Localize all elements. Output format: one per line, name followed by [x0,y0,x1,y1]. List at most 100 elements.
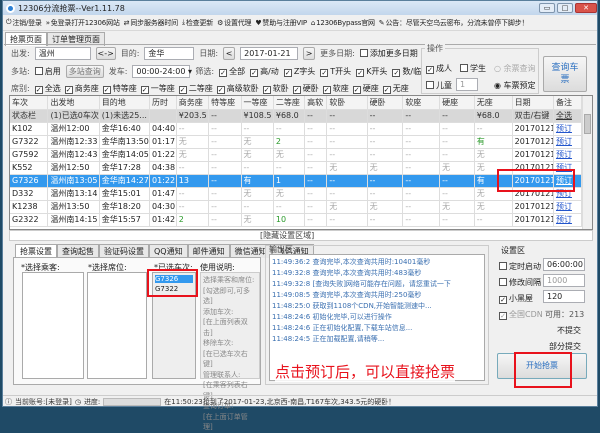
reserve-link[interactable]: 预订 [553,135,583,149]
seat-list[interactable] [87,272,147,379]
table-scrollbar[interactable] [582,96,592,229]
column-header[interactable]: 硬座 [439,96,475,110]
settings-tab[interactable]: QQ通知 [149,244,188,258]
timer-input[interactable]: 06:00:00 [543,258,585,271]
reserve-link[interactable]: 预订 [553,122,583,136]
settings-tab[interactable]: 验证码设置 [99,244,149,258]
table-row[interactable]: G2322 温州南14:15 金华15:57 01:42 2 -- 无 10 -- -- -- -- -… [10,213,583,227]
column-header[interactable]: 硬卧 [367,96,404,110]
toolbar-pin-button[interactable]: ✎ 公告：尽管天空乌云密布，分流未曾停下脚步！ [379,18,529,28]
column-header[interactable]: 商务座 [176,96,210,110]
table-row[interactable]: K552 温州12:50 金华17:28 04:38 -- -- -- -- -- 无无 -- 无无 2… [10,161,583,175]
column-header[interactable]: 无座 [474,96,513,110]
column-header[interactable]: 软座 [402,96,441,110]
date-input[interactable]: 2017-01-21 [240,47,299,60]
to-input[interactable]: 金华 [144,47,195,60]
passenger-list[interactable] [22,272,84,379]
maximize-button[interactable]: □ [557,3,573,13]
add-dates-checkbox[interactable]: 添加更多日期 [359,48,418,59]
cdn-checkbox[interactable]: ✓ 全国CDN [499,309,543,320]
toolbar-power-button[interactable]: ⏻ 注销/登录 [6,18,42,28]
reserve-radio[interactable]: ◉ 车票预定 [494,80,536,91]
from-input[interactable]: 温州 [34,47,91,60]
seat-type-checkbox[interactable]: ✓ 硬卧 [292,83,319,94]
child-count-stepper[interactable]: 1 [456,78,478,91]
settings-tab[interactable]: 邮件通知 [187,244,230,258]
column-header[interactable]: 二等座 [273,96,306,110]
blackroom-input[interactable]: 120 [543,290,585,303]
filter-checkbox[interactable]: ✓ K开头 [356,66,387,77]
seat-type-checkbox[interactable]: ✓ 无座 [382,83,409,94]
filter-checkbox[interactable]: ✓ Z字头 [283,66,315,77]
table-row[interactable]: K1238 温州13:50 金华18:20 04:30 -- -- -- -- -- 无无 -- 无无… [10,200,583,214]
toolbar-download-button[interactable]: ⤓ 检查更新 [182,18,213,28]
prev-date-button[interactable]: < [223,47,236,60]
adult-checkbox[interactable]: ✓ 成人 [426,63,452,74]
column-header[interactable]: 出发地 [47,96,100,110]
filter-checkbox[interactable]: ✓ 高/动 [250,66,279,77]
toolbar-heart-button[interactable]: ♥ 赞助与注册VIP [255,18,307,28]
partial-submit-option[interactable]: 部分提交 [549,341,581,352]
query-tickets-button[interactable]: 查询车票 [543,56,587,92]
minimize-button[interactable]: ▭ [539,3,555,13]
reserve-link[interactable]: 全选 [553,109,583,123]
no-submit-option[interactable]: 不提交 [557,325,581,336]
table-cell: -- [273,161,306,175]
filter-checkbox[interactable]: ✓ 全部 [219,66,245,77]
toolbar-gear-button[interactable]: ⚙ 设置代理 [217,18,251,28]
toolbar: ⏻ 注销/登录 » 免登录打开12306网站 ⇄ 同步服务器时间 ⤓ 检查更新 ⚙ 设置代理 ♥ 赞助… [3,15,597,31]
reserve-link[interactable]: 预订 [553,200,583,214]
swap-button[interactable]: <-> [95,47,116,60]
next-date-button[interactable]: > [303,47,316,60]
column-header[interactable]: 特等座 [208,96,242,110]
remain-query-radio[interactable]: ○ 余票查询 [494,63,536,74]
table-row[interactable]: D332 温州南13:14 金华15:01 01:47 -- -- 无无 -- -- -- -- --… [10,187,583,201]
seat-type-checkbox[interactable]: ✓ 软座 [322,83,349,94]
hide-settings-bar[interactable]: [隐藏设置区域] [9,230,593,241]
seat-type-checkbox[interactable]: ✓ 硬座 [352,83,379,94]
enable-multi-checkbox[interactable]: 启用 [34,66,61,77]
column-header[interactable]: 日期 [512,96,554,110]
blackroom-checkbox[interactable]: ✓ 小黑屋 [499,293,533,304]
column-header[interactable]: 备注 [553,96,583,110]
table-row[interactable]: K102 温州12:00 金华16:40 04:40 -- -- -- -- -- -- -- -- -… [10,122,583,136]
filter-checkbox[interactable]: ✓ 数/临 [392,66,421,77]
settings-tab[interactable]: 查询起售 [57,244,99,258]
scrollbar-thumb[interactable] [584,114,591,134]
table-cell: -- [304,200,328,214]
interval-input[interactable]: 1000 [543,274,585,287]
table-cell: 金华18:20 [99,200,151,214]
seat-type-checkbox[interactable]: ✓ 全选 [34,83,61,94]
settings-tab[interactable]: 抢票设置 [15,244,57,258]
toolbar-double-chevron-button[interactable]: » 免登录打开12306网站 [46,18,120,28]
column-header[interactable]: 高软 [304,96,328,110]
column-header[interactable]: 软卧 [326,96,368,110]
seat-type-checkbox[interactable]: ✓ 高级软卧 [216,83,259,94]
seat-type-checkbox[interactable]: ✓ 特等座 [102,83,137,94]
child-checkbox[interactable]: 儿童 [426,80,452,91]
table-row[interactable]: G7322 温州南12:33 金华南13:50 01:17 无 -- 无 2 -- -- -- -- -… [10,135,583,149]
column-header[interactable]: 车次 [10,96,49,110]
column-header[interactable]: 历时 [149,96,177,110]
seat-type-checkbox[interactable]: ✓ 一等座 [140,83,175,94]
toolbar-sync-button[interactable]: ⇄ 同步服务器时间 [124,18,178,28]
table-cell: K102 [10,122,49,136]
seat-type-checkbox[interactable]: ✓ 二等座 [178,83,213,94]
interval-checkbox[interactable]: 修改间隔 [499,277,541,288]
multi-query-button[interactable]: 多站查询 [65,65,104,78]
status-row[interactable]: 状态栏 (1)已选0车次 (1)未选25... ¥203.5 -- ¥108.5 ¥68.0… [10,109,583,123]
seat-type-checkbox[interactable]: ✓ 商务座 [64,83,99,94]
table-row[interactable]: G7592 温州南12:43 金华南14:05 01:22 无 -- 无无 -- -- -- -- -… [10,148,583,162]
toolbar-home-button[interactable]: ⌂ 12306Bypass官网 [311,18,375,28]
student-checkbox[interactable]: 学生 [460,63,486,74]
filter-checkbox[interactable]: ✓ T开头 [320,66,351,77]
reserve-link[interactable]: 预订 [553,213,583,227]
depart-select[interactable]: 00:00-24:00 ▾ [132,65,192,78]
table-row[interactable]: G7326 温州南13:05 金华南14:27 01:22 13 -- 有 1 -- -- -- --… [10,174,583,188]
close-button[interactable]: ✕ [575,3,597,13]
column-header[interactable]: 目的地 [99,96,151,110]
timer-checkbox[interactable]: 定时启动 [499,261,541,272]
seat-type-checkbox[interactable]: ✓ 软卧 [262,83,289,94]
reserve-link[interactable]: 预订 [553,148,583,162]
column-header[interactable]: 一等座 [241,96,274,110]
